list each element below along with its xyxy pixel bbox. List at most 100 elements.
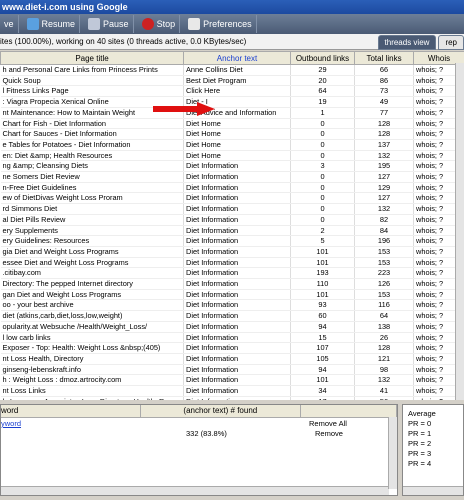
cell-outbound-links: 20 bbox=[290, 75, 355, 87]
cell-outbound-links: 3 bbox=[290, 160, 355, 173]
table-row[interactable]: e Tables for Potatoes - Diet Information… bbox=[0, 139, 464, 151]
table-row[interactable]: oo - your best archive Diet Information 93… bbox=[0, 299, 464, 312]
column-header-keyword[interactable]: word bbox=[1, 405, 141, 418]
cell-anchor-text: Diet Information bbox=[183, 214, 291, 226]
cell-anchor-text: Diet Home bbox=[183, 139, 291, 151]
table-row[interactable]: l Fitness Links Page Click Here 64 73 whois;… bbox=[0, 85, 464, 98]
table-row[interactable]: Exposer - Top: Health: Weight Loss &nbsp… bbox=[0, 342, 464, 354]
results-header-row: Page title Anchor text Outbound links To… bbox=[0, 51, 464, 65]
pagerank-item: PR = 0 bbox=[408, 419, 432, 428]
resume-button[interactable]: Resume bbox=[23, 15, 81, 33]
keyword-vertical-scrollbar[interactable] bbox=[388, 417, 397, 489]
table-row[interactable]: ery Guidelines: Resources Diet Informatio… bbox=[0, 235, 464, 247]
results-vertical-scrollbar[interactable] bbox=[455, 63, 464, 400]
cell-page-title: Chart for Sauces - Diet Information bbox=[0, 128, 184, 140]
pause-label: Pause bbox=[103, 19, 129, 29]
save-button[interactable]: ve bbox=[0, 15, 19, 33]
table-row[interactable]: nt Loss Links Diet Information 34 41 whois; … bbox=[0, 385, 464, 397]
table-row[interactable]: h : Weight Loss : dmoz.artrocity.com Diet… bbox=[0, 374, 464, 387]
cell-page-title: ery Supplements bbox=[0, 225, 184, 237]
cell-anchor-text: Diet Information bbox=[183, 203, 291, 215]
keyword-row: yword Remove All bbox=[1, 419, 397, 429]
pagerank-horizontal-scrollbar[interactable] bbox=[403, 486, 463, 495]
cell-anchor-text: Diet Information bbox=[183, 385, 291, 397]
cell-anchor-text: Diet Information bbox=[183, 171, 291, 183]
cell-total-links: 153 bbox=[354, 289, 414, 301]
column-header-anchor-text[interactable]: Anchor text bbox=[183, 51, 291, 65]
table-row[interactable]: .citibay.com Diet Information 193 223 whois;… bbox=[0, 267, 464, 280]
cell-page-title: Directory: The pepped Internet directory bbox=[0, 278, 184, 290]
cell-total-links: 132 bbox=[354, 150, 414, 162]
results-grid: Page title Anchor text Outbound links To… bbox=[0, 51, 464, 400]
remove-all-button[interactable]: Remove All bbox=[309, 419, 347, 429]
cell-outbound-links: 101 bbox=[290, 289, 355, 301]
column-header-found[interactable]: (anchor text) # found bbox=[140, 405, 301, 418]
table-row[interactable]: Quick Soup Best Diet Program 20 86 whois; ? bbox=[0, 75, 464, 87]
cell-total-links: 153 bbox=[354, 246, 414, 258]
cell-outbound-links: 64 bbox=[290, 85, 355, 98]
table-row[interactable]: : Viagra Propecia Xenical Online Diet - I… bbox=[0, 96, 464, 108]
table-row[interactable]: en: Diet &amp; Health Resources Diet Home… bbox=[0, 150, 464, 162]
cell-outbound-links: 101 bbox=[290, 257, 355, 269]
table-row[interactable]: rd Simmons Diet Diet Information 0 132 whois… bbox=[0, 203, 464, 215]
column-header-action bbox=[300, 405, 397, 418]
table-row[interactable]: Chart for Sauces - Diet Information Diet … bbox=[0, 128, 464, 140]
cell-page-title: gan Diet and Weight Loss Programs bbox=[0, 289, 184, 301]
keyword-link[interactable]: yword bbox=[1, 419, 21, 429]
table-row[interactable]: nt Maintenance: How to Maintain Weight Di… bbox=[0, 107, 464, 119]
table-row[interactable]: ery Supplements Diet Information 2 84 whois;… bbox=[0, 225, 464, 237]
resume-label: Resume bbox=[41, 19, 76, 29]
cell-anchor-text: Diet Information bbox=[183, 182, 291, 194]
cell-total-links: 138 bbox=[354, 321, 414, 333]
table-row[interactable]: gan Diet and Weight Loss Programs Diet In… bbox=[0, 289, 464, 301]
table-row[interactable]: al Diet Pills Review Diet Information 0 82 w… bbox=[0, 214, 464, 226]
table-row[interactable]: diet (atkins,carb,diet,loss,low,weight) D… bbox=[0, 310, 464, 322]
keyword-horizontal-scrollbar[interactable] bbox=[1, 486, 389, 495]
table-row[interactable]: ginseng-lebenskraft.info Diet Information… bbox=[0, 364, 464, 376]
table-row[interactable]: h and Personal Care Links from Princess … bbox=[0, 64, 464, 76]
pagerank-item: PR = 3 bbox=[408, 449, 432, 458]
table-row[interactable]: n-Free Diet Guidelines Diet Information 0 1… bbox=[0, 182, 464, 194]
table-row[interactable]: ng &amp; Cleansing Diets Diet Information… bbox=[0, 160, 464, 173]
cell-outbound-links: 110 bbox=[290, 278, 355, 290]
tab-threads-view[interactable]: threads view bbox=[377, 35, 437, 50]
pause-button[interactable]: Pause bbox=[84, 15, 134, 33]
cell-total-links: 116 bbox=[354, 299, 414, 312]
cell-anchor-text: Diet Information bbox=[183, 364, 291, 376]
cell-outbound-links: 34 bbox=[290, 385, 355, 397]
cell-page-title: nt Loss Links bbox=[0, 385, 184, 397]
cell-outbound-links: 0 bbox=[290, 171, 355, 183]
table-row[interactable]: nt Loss Health, Directory Diet Informatio… bbox=[0, 353, 464, 365]
column-header-page-title[interactable]: Page title bbox=[0, 51, 184, 65]
cell-anchor-text: Diet Information bbox=[183, 192, 291, 205]
stop-button[interactable]: Stop bbox=[138, 15, 181, 33]
table-row[interactable]: l low carb links Diet Information 15 26 whoi… bbox=[0, 332, 464, 344]
window-title: www.diet-i.com using Google bbox=[2, 2, 128, 12]
table-row[interactable]: Directory: The pepped Internet directory… bbox=[0, 278, 464, 290]
cell-anchor-text: Diet Information bbox=[183, 278, 291, 290]
table-row[interactable]: gia Diet and Weight Loss Programs Diet In… bbox=[0, 246, 464, 258]
keyword-row: 332 (83.8%) Remove bbox=[1, 429, 397, 439]
table-row[interactable]: ew of DietDivas Weight Loss Proram Diet I… bbox=[0, 192, 464, 205]
table-row[interactable]: opularity.at Websuche /Health/Weight_Los… bbox=[0, 321, 464, 333]
cell-anchor-text: Diet Information bbox=[183, 235, 291, 247]
cell-page-title: Quick Soup bbox=[0, 75, 184, 87]
cell-outbound-links: 193 bbox=[290, 267, 355, 280]
cell-total-links: 121 bbox=[354, 353, 414, 365]
table-row[interactable]: essee Diet and Weight Loss Programs Diet … bbox=[0, 257, 464, 269]
remove-button[interactable]: Remove bbox=[315, 429, 343, 439]
cell-total-links: 82 bbox=[354, 214, 414, 226]
cell-page-title: Exposer - Top: Health: Weight Loss &nbsp… bbox=[0, 342, 184, 354]
cell-outbound-links: 101 bbox=[290, 246, 355, 258]
table-row[interactable]: Chart for Fish - Diet Information Diet Ho… bbox=[0, 118, 464, 130]
preferences-button[interactable]: Preferences bbox=[184, 15, 257, 33]
cell-outbound-links: 19 bbox=[290, 96, 355, 108]
cell-page-title: l Fitness Links Page bbox=[0, 85, 184, 98]
column-header-outbound-links[interactable]: Outbound links bbox=[290, 51, 355, 65]
cell-total-links: 86 bbox=[354, 75, 414, 87]
tab-report[interactable]: rep bbox=[438, 35, 464, 50]
cell-page-title: h and Personal Care Links from Princess … bbox=[0, 64, 184, 76]
column-header-total-links[interactable]: Total links bbox=[354, 51, 414, 65]
cell-outbound-links: 0 bbox=[290, 128, 355, 140]
table-row[interactable]: ne Somers Diet Review Diet Information 0 12… bbox=[0, 171, 464, 183]
